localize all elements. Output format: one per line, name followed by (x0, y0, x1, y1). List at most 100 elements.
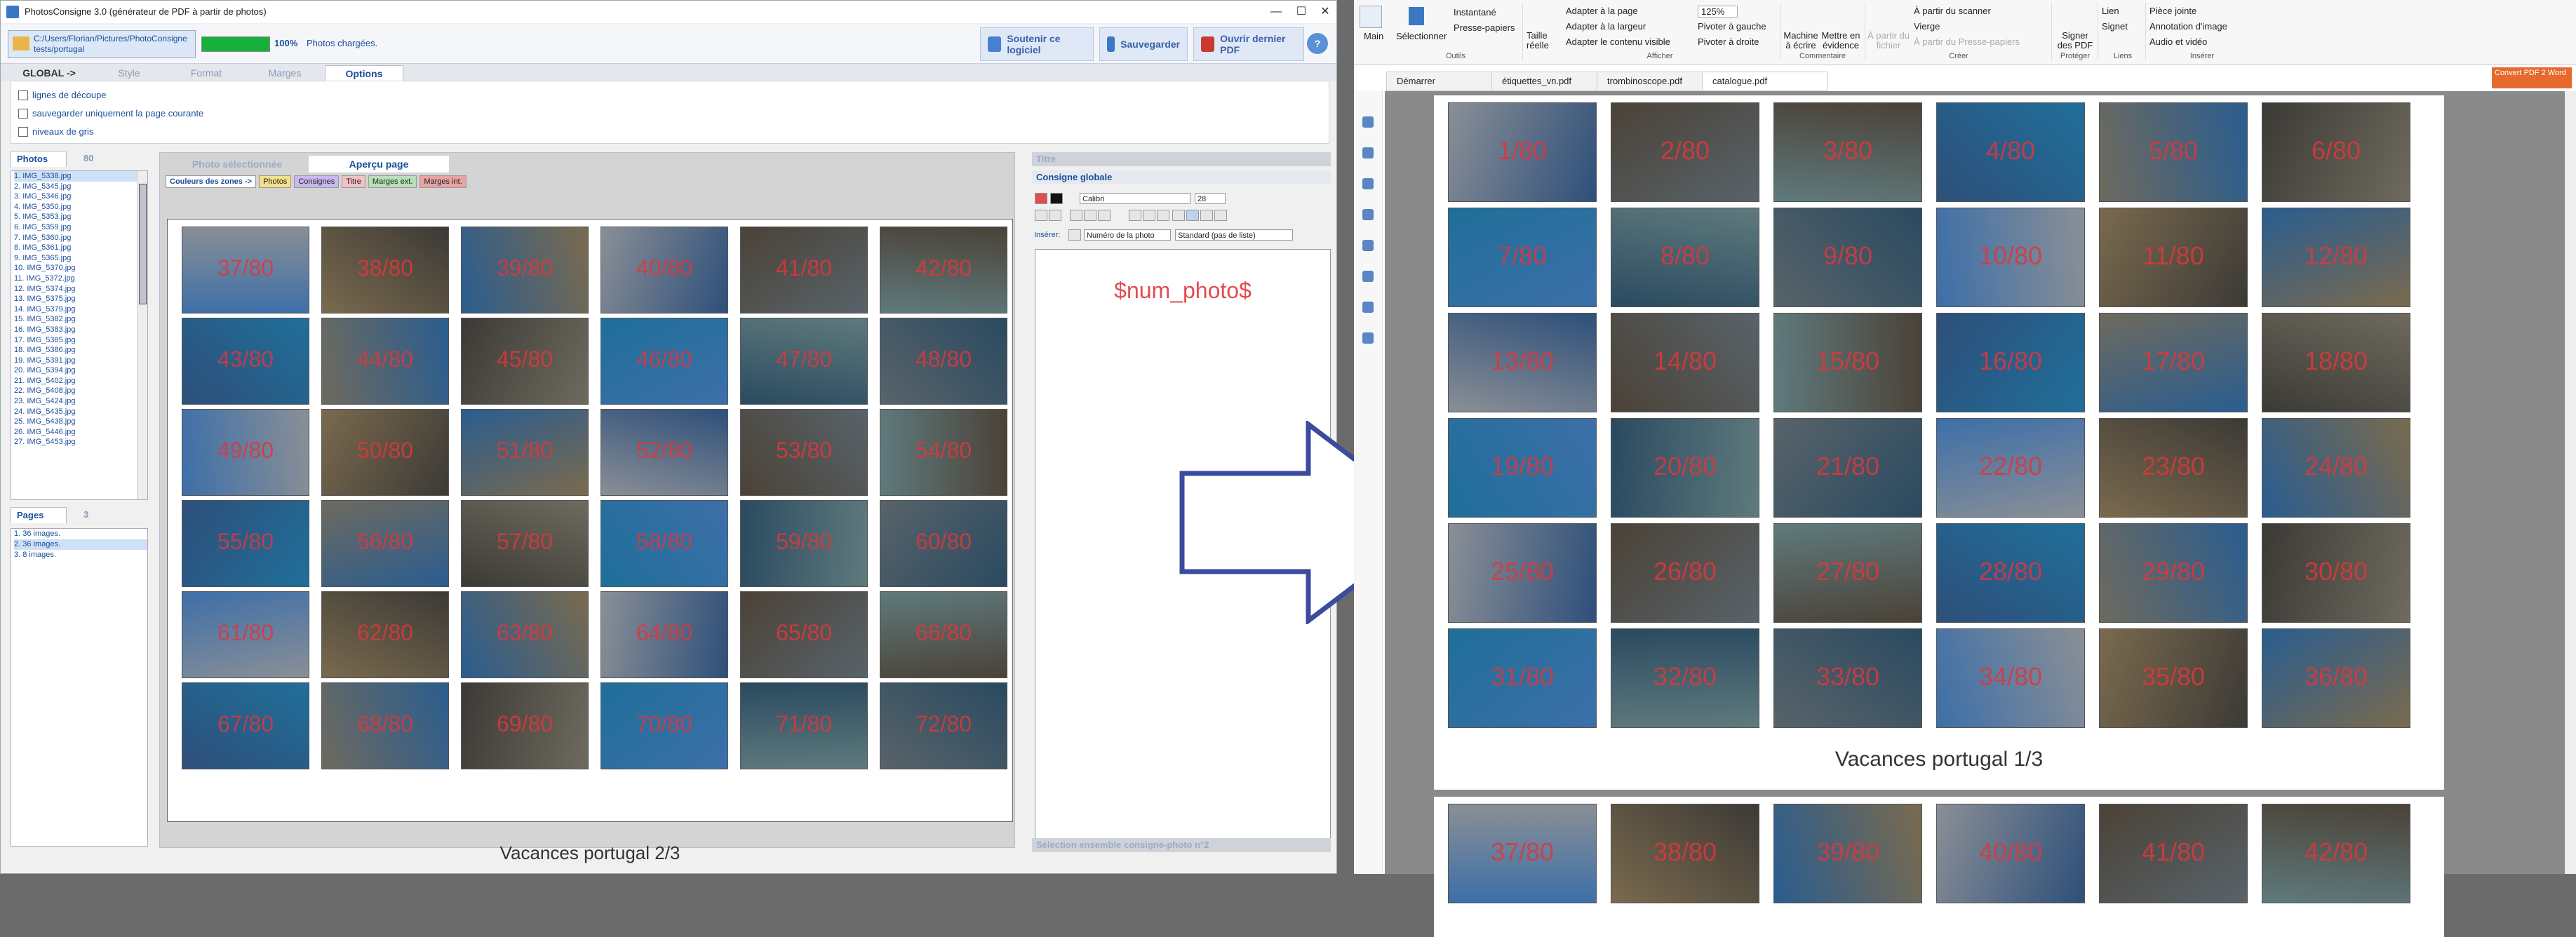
file-list-item[interactable]: 20. IMG_5394.jpg (14, 365, 147, 376)
tab-photos-count[interactable]: 80 (78, 151, 99, 166)
sign-pdf-button[interactable]: Signer des PDF (2055, 31, 2095, 50)
file-list-item[interactable]: 24. IMG_5435.jpg (14, 407, 147, 417)
hand-tool[interactable]: Main (1364, 31, 1383, 41)
attachment-button[interactable]: Pièce jointe (2149, 6, 2196, 16)
file-list-item[interactable]: 25. IMG_5438.jpg (14, 417, 147, 427)
tab-pages-count[interactable]: 3 (78, 507, 94, 523)
attachments-icon[interactable] (1362, 240, 1374, 251)
grayscale-option[interactable]: niveaux de gris (18, 126, 93, 137)
from-clipboard-button[interactable]: À partir du Presse-papiers (1914, 36, 2020, 47)
help-button[interactable]: ? (1307, 33, 1328, 54)
tab-photos[interactable]: Photos (11, 151, 67, 167)
maximize-button[interactable]: ☐ (1289, 4, 1314, 20)
file-list-item[interactable]: 27. IMG_5453.jpg (14, 437, 147, 447)
file-list-item[interactable]: 3. IMG_5346.jpg (14, 191, 147, 202)
file-list-item[interactable]: 10. IMG_5370.jpg (14, 263, 147, 274)
tab-page-preview[interactable]: Aperçu page (309, 156, 449, 173)
file-list-item[interactable]: 26. IMG_5446.jpg (14, 427, 147, 438)
convert-pdf-to-word-button[interactable]: Convert PDF 2 Word (2492, 67, 2572, 88)
tab-selected-photo[interactable]: Photo sélectionnée (167, 156, 307, 173)
file-list-item[interactable]: 9. IMG_5365.jpg (14, 253, 147, 264)
file-list-item[interactable]: 4. IMG_5350.jpg (14, 202, 147, 213)
file-list-item[interactable]: 16. IMG_5383.jpg (14, 325, 147, 335)
clipboard-tool[interactable]: Presse-papiers (1454, 22, 1515, 33)
save-current-page-option[interactable]: sauvegarder uniquement la page courante (18, 108, 203, 119)
list-style-select[interactable]: Standard (pas de liste) (1175, 229, 1293, 241)
page-list-item[interactable]: 3. 8 images. (14, 550, 147, 560)
bookmark-button[interactable]: Signet (2102, 21, 2128, 32)
highlight-button[interactable]: Mettre en évidence (1820, 31, 1862, 50)
italic-button[interactable] (1143, 210, 1155, 221)
file-list-item[interactable]: 22. IMG_5408.jpg (14, 386, 147, 396)
file-list-item[interactable]: 13. IMG_5375.jpg (14, 294, 147, 304)
checkbox[interactable] (18, 108, 28, 119)
justify-button[interactable] (1214, 210, 1227, 221)
select-tool[interactable]: Sélectionner (1396, 31, 1447, 41)
file-list-item[interactable]: 12. IMG_5374.jpg (14, 284, 147, 295)
title-section[interactable]: Titre (1032, 152, 1331, 166)
doc-tab-catalogue[interactable]: catalogue.pdf (1702, 72, 1828, 91)
bold-button[interactable] (1129, 210, 1141, 221)
tab-margins[interactable]: Marges (246, 65, 323, 81)
audio-video-button[interactable]: Audio et vidéo (2149, 36, 2207, 47)
layers-icon[interactable] (1362, 178, 1374, 189)
align-center-button[interactable] (1186, 210, 1199, 221)
snapshot-tool[interactable]: Instantané (1454, 7, 1496, 18)
folder-path-button[interactable]: C:/Users/Florian/Pictures/PhotoConsigne … (8, 30, 196, 58)
typewriter-button[interactable]: Machine à écrire (1783, 31, 1818, 50)
file-list-item[interactable]: 2. IMG_5345.jpg (14, 182, 147, 192)
file-list-item[interactable]: 8. IMG_5361.jpg (14, 243, 147, 253)
pdf-scrollbar[interactable] (2565, 91, 2576, 874)
tab-format[interactable]: Format (168, 65, 245, 81)
format-btn[interactable] (1035, 210, 1047, 221)
save-button[interactable]: Sauvegarder (1099, 27, 1188, 61)
file-list-item[interactable]: 1. IMG_5338.jpg (14, 171, 147, 182)
insert-icon[interactable] (1068, 229, 1081, 241)
link-button[interactable]: Lien (2102, 6, 2119, 16)
file-list-item[interactable]: 19. IMG_5391.jpg (14, 356, 147, 366)
page-list-item[interactable]: 2. 36 images. (14, 539, 147, 550)
file-list-item[interactable]: 23. IMG_5424.jpg (14, 396, 147, 407)
file-list-item[interactable]: 21. IMG_5402.jpg (14, 376, 147, 386)
pages-icon[interactable] (1362, 116, 1374, 128)
tab-style[interactable]: Style (90, 65, 168, 81)
fit-page-button[interactable]: Adapter à la page (1566, 6, 1638, 16)
from-file-button[interactable]: À partir du fichier (1867, 31, 1910, 50)
from-scanner-button[interactable]: À partir du scanner (1914, 6, 1991, 16)
signature-icon[interactable] (1362, 332, 1374, 344)
fit-width-button[interactable]: Adapter à la largeur (1566, 21, 1646, 32)
format-btn[interactable] (1084, 210, 1096, 221)
checkbox[interactable] (18, 90, 28, 100)
fit-visible-button[interactable]: Adapter le contenu visible (1566, 36, 1670, 47)
pdf-viewport[interactable]: Vacances portugal 1/3 1/80 2/80 3/80 4/80 5/… (1385, 91, 2576, 937)
file-list-scrollbar[interactable] (137, 171, 147, 499)
tab-global[interactable]: GLOBAL -> (11, 65, 88, 81)
format-btn[interactable] (1070, 210, 1082, 221)
underline-button[interactable] (1157, 210, 1169, 221)
global-instruction-section[interactable]: Consigne globale (1032, 170, 1331, 184)
hand-icon[interactable] (1360, 6, 1382, 28)
photo-file-list[interactable]: 1. IMG_5338.jpg 2. IMG_5345.jpg 3. IMG_534… (11, 170, 148, 500)
background-color-button[interactable] (1050, 193, 1063, 204)
file-list-item[interactable]: 18. IMG_5386.jpg (14, 345, 147, 356)
file-list-item[interactable]: 14. IMG_5379.jpg (14, 304, 147, 315)
open-last-pdf-button[interactable]: Ouvrir dernier PDF (1193, 27, 1304, 61)
cut-lines-option[interactable]: lignes de découpe (18, 90, 107, 100)
font-size-select[interactable]: 28 (1195, 193, 1226, 204)
font-select[interactable]: Calibri (1080, 193, 1190, 204)
page-list[interactable]: 1. 36 images. 2. 36 images. 3. 8 images. (11, 528, 148, 847)
align-right-button[interactable] (1200, 210, 1213, 221)
file-list-item[interactable]: 17. IMG_5385.jpg (14, 335, 147, 346)
format-btn[interactable] (1049, 210, 1061, 221)
paperclip-icon[interactable] (1362, 271, 1374, 282)
blank-button[interactable]: Vierge (1914, 21, 1940, 32)
bookmarks-icon[interactable] (1362, 147, 1374, 159)
tab-options[interactable]: Options (325, 65, 403, 81)
checkbox[interactable] (18, 126, 28, 137)
text-color-button[interactable] (1035, 193, 1047, 204)
selection-footer[interactable]: Sélection ensemble consigne-photo n°2 (1032, 838, 1331, 852)
close-button[interactable]: ✕ (1313, 4, 1338, 20)
rotate-left-button[interactable]: Pivoter à gauche (1698, 21, 1766, 32)
file-list-item[interactable]: 6. IMG_5359.jpg (14, 222, 147, 233)
minimize-button[interactable]: — (1263, 4, 1289, 20)
